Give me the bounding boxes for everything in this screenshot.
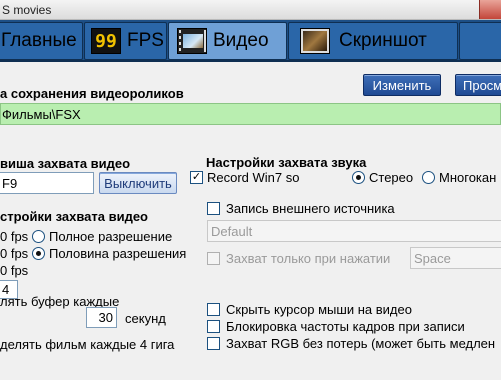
lock-framerate-checkbox[interactable]	[207, 320, 220, 333]
save-folder-label: а сохранения видеороликов	[0, 86, 184, 101]
record-win7-checkbox[interactable]: ✓	[190, 171, 203, 184]
save-path-field[interactable]: Фильмы\FSX	[0, 103, 501, 125]
hide-cursor-label: Скрыть курсор мыши на видео	[226, 302, 412, 317]
lock-framerate-label: Блокировка частоты кадров при записи	[226, 319, 465, 334]
buffer-seconds-input[interactable]: 30	[86, 307, 117, 328]
capture-key-input[interactable]: Space	[410, 247, 501, 269]
tab-fps[interactable]: 99 FPS	[84, 22, 167, 60]
hide-cursor-checkbox[interactable]	[207, 303, 220, 316]
full-resolution-label: Полное разрешение	[49, 229, 173, 244]
window-title: S movies	[2, 3, 52, 17]
split-movie-label: делять фильм каждые 4 гига	[0, 337, 175, 352]
stereo-radio[interactable]	[352, 171, 365, 184]
external-source-checkbox[interactable]	[207, 202, 220, 215]
sound-settings-label: Настройки захвата звука	[206, 155, 367, 170]
press-to-capture-label: Захват только при нажатии	[226, 251, 391, 266]
tab-fps-label: FPS	[127, 30, 164, 51]
video-settings-label: стройки захвата видео	[0, 209, 148, 224]
close-button[interactable]	[479, 0, 501, 19]
screenshot-icon	[300, 28, 330, 54]
stereo-label: Стерео	[369, 170, 414, 185]
fps-option-3[interactable]: 0 fps	[0, 263, 28, 278]
tab-screenshot[interactable]: Скриншот	[288, 22, 458, 60]
change-folder-button[interactable]: Изменить	[363, 74, 441, 96]
audio-device-select[interactable]: Default	[207, 220, 501, 242]
tab-screenshot-label: Скриншот	[339, 30, 427, 51]
fps-99-icon: 99	[91, 28, 121, 54]
lossless-rgb-checkbox[interactable]	[207, 337, 220, 350]
tab-video[interactable]: Видео	[168, 22, 287, 60]
fps-option-2[interactable]: 0 fps	[0, 246, 28, 261]
tab-video-label: Видео	[213, 30, 269, 51]
fps-option-1[interactable]: 0 fps	[0, 229, 28, 244]
tab-main[interactable]: Главные	[0, 22, 83, 60]
record-win7-label: Record Win7 so	[207, 170, 300, 185]
tab-bar: Главные 99 FPS Видео Скриншот	[0, 20, 501, 62]
view-folder-button[interactable]: Просм	[455, 74, 501, 96]
full-resolution-radio[interactable]	[32, 230, 45, 243]
tab-main-label: Главные	[1, 30, 77, 51]
half-resolution-label: Половина разрешения	[49, 246, 187, 261]
tab-more[interactable]	[459, 22, 501, 60]
press-to-capture-checkbox[interactable]	[207, 252, 220, 265]
title-bar: S movies	[0, 0, 501, 20]
buffer-unit-label: секунд	[125, 311, 166, 326]
hotkey-label: виша захвата видео	[0, 156, 131, 171]
half-resolution-radio[interactable]	[32, 247, 45, 260]
video-settings-panel: а сохранения видеороликов Изменить Просм…	[0, 64, 501, 364]
film-icon	[177, 28, 207, 54]
toggle-hotkey-button[interactable]: Выключить	[99, 172, 177, 194]
hotkey-input[interactable]: F9	[0, 172, 94, 194]
lossless-rgb-label: Захват RGB без потерь (может быть медлен	[226, 336, 496, 351]
multichannel-radio[interactable]	[422, 171, 435, 184]
external-source-label: Запись внешнего источника	[226, 201, 395, 216]
multichannel-label: Многокан	[439, 170, 497, 185]
